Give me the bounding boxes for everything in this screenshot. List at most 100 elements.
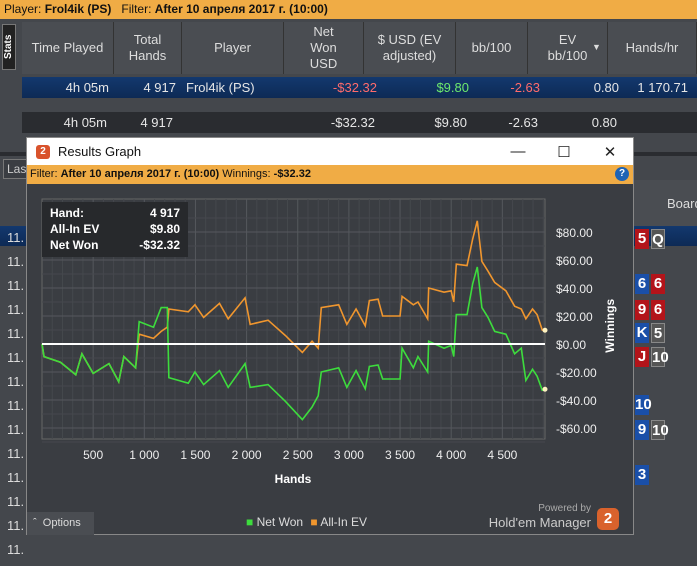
series-end-point <box>542 386 548 392</box>
chart-legend: ■ Net Won ■ All-In EV <box>246 515 367 529</box>
board-card: 5 <box>651 323 665 343</box>
close-button[interactable]: ✕ <box>587 143 633 161</box>
brand-label: Hold'em Manager <box>488 515 591 530</box>
hand-date-cell[interactable]: 11. <box>0 374 26 398</box>
powered-by-label: Powered by <box>538 503 591 514</box>
sort-desc-icon[interactable]: ▼ <box>592 42 601 52</box>
y-tick-label: -$20.00 <box>556 366 597 380</box>
hands-hr: 1 170.71 <box>637 80 688 95</box>
hand-date-cell[interactable]: 11. <box>0 278 26 302</box>
y-tick-label: $20.00 <box>556 310 593 324</box>
column-bb100[interactable]: bb/100 <box>456 22 528 74</box>
filter-value[interactable]: After 10 апреля 2017 г. (10:00) <box>155 2 328 16</box>
board-card: Q <box>651 229 665 249</box>
hand-date-cell[interactable]: 11. <box>0 446 26 470</box>
player: Frol4ik (PS) <box>186 80 255 95</box>
tooltip-net-label: Net Won <box>50 238 99 252</box>
date-range-dropdown[interactable]: Las <box>3 159 27 179</box>
winnings-value: -$32.32 <box>273 168 311 180</box>
y-tick-label: $0.00 <box>556 338 586 352</box>
y-tick-label: $40.00 <box>556 282 593 296</box>
hand-date-cell[interactable]: 11. <box>0 398 26 422</box>
table-row-total: 4h 05m 4 917 -$32.32 $9.80 -2.63 0.80 <box>22 112 697 133</box>
tooltip-hand: 4 917 <box>149 206 180 220</box>
board-card: 3 <box>635 465 649 485</box>
x-tick-label: 500 <box>83 448 103 462</box>
column-player[interactable]: Player <box>182 22 284 74</box>
y-tick-label: -$60.00 <box>556 422 597 436</box>
stats-tab[interactable]: Stats <box>2 24 16 70</box>
legend-swatch-ev: ■ <box>310 515 318 529</box>
x-tick-label: 4 000 <box>436 448 466 462</box>
board-card: 5 <box>635 229 649 249</box>
legend-net-won[interactable]: Net Won <box>257 515 303 529</box>
x-tick-label: 1 500 <box>180 448 210 462</box>
ev-bb100: 0.80 <box>593 80 619 95</box>
total-hands: 4 917 <box>143 80 176 95</box>
hand-date-cell[interactable]: 11. <box>0 302 26 326</box>
help-icon[interactable]: ? <box>615 167 629 181</box>
x-tick-label: 2 000 <box>232 448 262 462</box>
column-ev-usd[interactable]: $ USD (EV adjusted) <box>364 22 456 74</box>
hand-date-cell[interactable]: 11. <box>0 350 26 374</box>
hand-date-cell[interactable]: 11. <box>0 422 26 446</box>
board-card: 6 <box>651 300 665 320</box>
hm2-logo-icon: 2 <box>36 144 50 159</box>
filter-label: Filter: <box>121 2 152 16</box>
y-tick-label: $60.00 <box>556 254 593 268</box>
hand-date-cell[interactable]: 11. <box>0 230 26 254</box>
board-card: 10 <box>651 420 669 440</box>
hand-date-cell[interactable]: 11. <box>0 326 26 350</box>
player-label: Player: <box>4 2 42 16</box>
x-tick-label: 3 500 <box>385 448 415 462</box>
legend-swatch-net-won: ■ <box>246 515 254 529</box>
hand-date-cell[interactable]: 11. <box>0 542 26 566</box>
options-label: Options <box>42 517 81 529</box>
graph-filter-bar: Filter: After 10 апреля 2017 г. (10:00) … <box>27 165 633 184</box>
tooltip-hand-label: Hand: <box>50 206 84 220</box>
x-tick-label: 1 000 <box>129 448 159 462</box>
options-button[interactable]: ˆ Options <box>27 512 94 535</box>
hands-list-dates: 11. 11. 11. 11. 11. 11. 11. 11. 11. 11. 11. 11. 11. 1… <box>0 230 26 566</box>
window-titlebar[interactable]: 2 Results Graph — ☐ ✕ <box>27 138 633 165</box>
series-end-point <box>542 327 548 333</box>
bb100: -2.63 <box>508 115 538 130</box>
ev-bb100: 0.80 <box>591 115 617 130</box>
filter-label: Filter: <box>30 168 58 180</box>
column-time-played[interactable]: Time Played <box>22 22 114 74</box>
net-won: -$32.32 <box>330 115 375 130</box>
x-axis-label: Hands <box>275 472 312 486</box>
board-card: J <box>635 347 649 367</box>
hover-tooltip: Hand: 4 917 All-In EV $9.80 Net Won -$32.32 <box>42 202 188 257</box>
table-row-selected[interactable]: 4h 05m 4 917 Frol4ik (PS) -$32.32 $9.80 … <box>22 77 697 98</box>
legend-ev[interactable]: All-In EV <box>320 515 367 529</box>
board-card: K <box>635 323 649 343</box>
stats-table-header: Time Played Total Hands Player Net Won U… <box>22 22 697 74</box>
x-tick-label: 2 500 <box>283 448 313 462</box>
time-played: 4h 05m <box>65 80 109 95</box>
y-tick-label: $80.00 <box>556 226 593 240</box>
ev-usd: $9.80 <box>436 80 469 95</box>
column-board[interactable]: Board <box>634 180 697 226</box>
hand-date-cell[interactable]: 11. <box>0 470 26 494</box>
board-card: 10 <box>635 395 652 415</box>
hand-date-cell[interactable]: 11. <box>0 254 26 278</box>
y-axis-label: Winnings <box>603 299 617 353</box>
column-net-won[interactable]: Net Won USD <box>284 22 364 74</box>
player-name: Frol4ik (PS) <box>44 2 112 16</box>
hand-date-cell[interactable]: 11. <box>0 494 26 518</box>
player-filter-bar: Player: Frol4ik (PS) Filter: After 10 ап… <box>0 0 697 19</box>
y-tick-label: -$40.00 <box>556 394 597 408</box>
board-card: 10 <box>651 347 669 367</box>
hand-date-cell[interactable]: 11. <box>0 518 26 542</box>
chevron-up-icon: ˆ <box>33 517 37 529</box>
column-hands-hr[interactable]: Hands/hr <box>608 22 697 74</box>
minimize-button[interactable]: — <box>495 143 541 160</box>
column-total-hands[interactable]: Total Hands <box>114 22 182 74</box>
window-title: Results Graph <box>58 144 142 159</box>
winnings-label: Winnings: <box>222 168 271 180</box>
tooltip-ev: $9.80 <box>149 222 180 236</box>
board-card: 6 <box>651 274 665 294</box>
maximize-button[interactable]: ☐ <box>541 143 587 161</box>
results-graph-window: 2 Results Graph — ☐ ✕ Filter: After 10 а… <box>26 137 634 535</box>
